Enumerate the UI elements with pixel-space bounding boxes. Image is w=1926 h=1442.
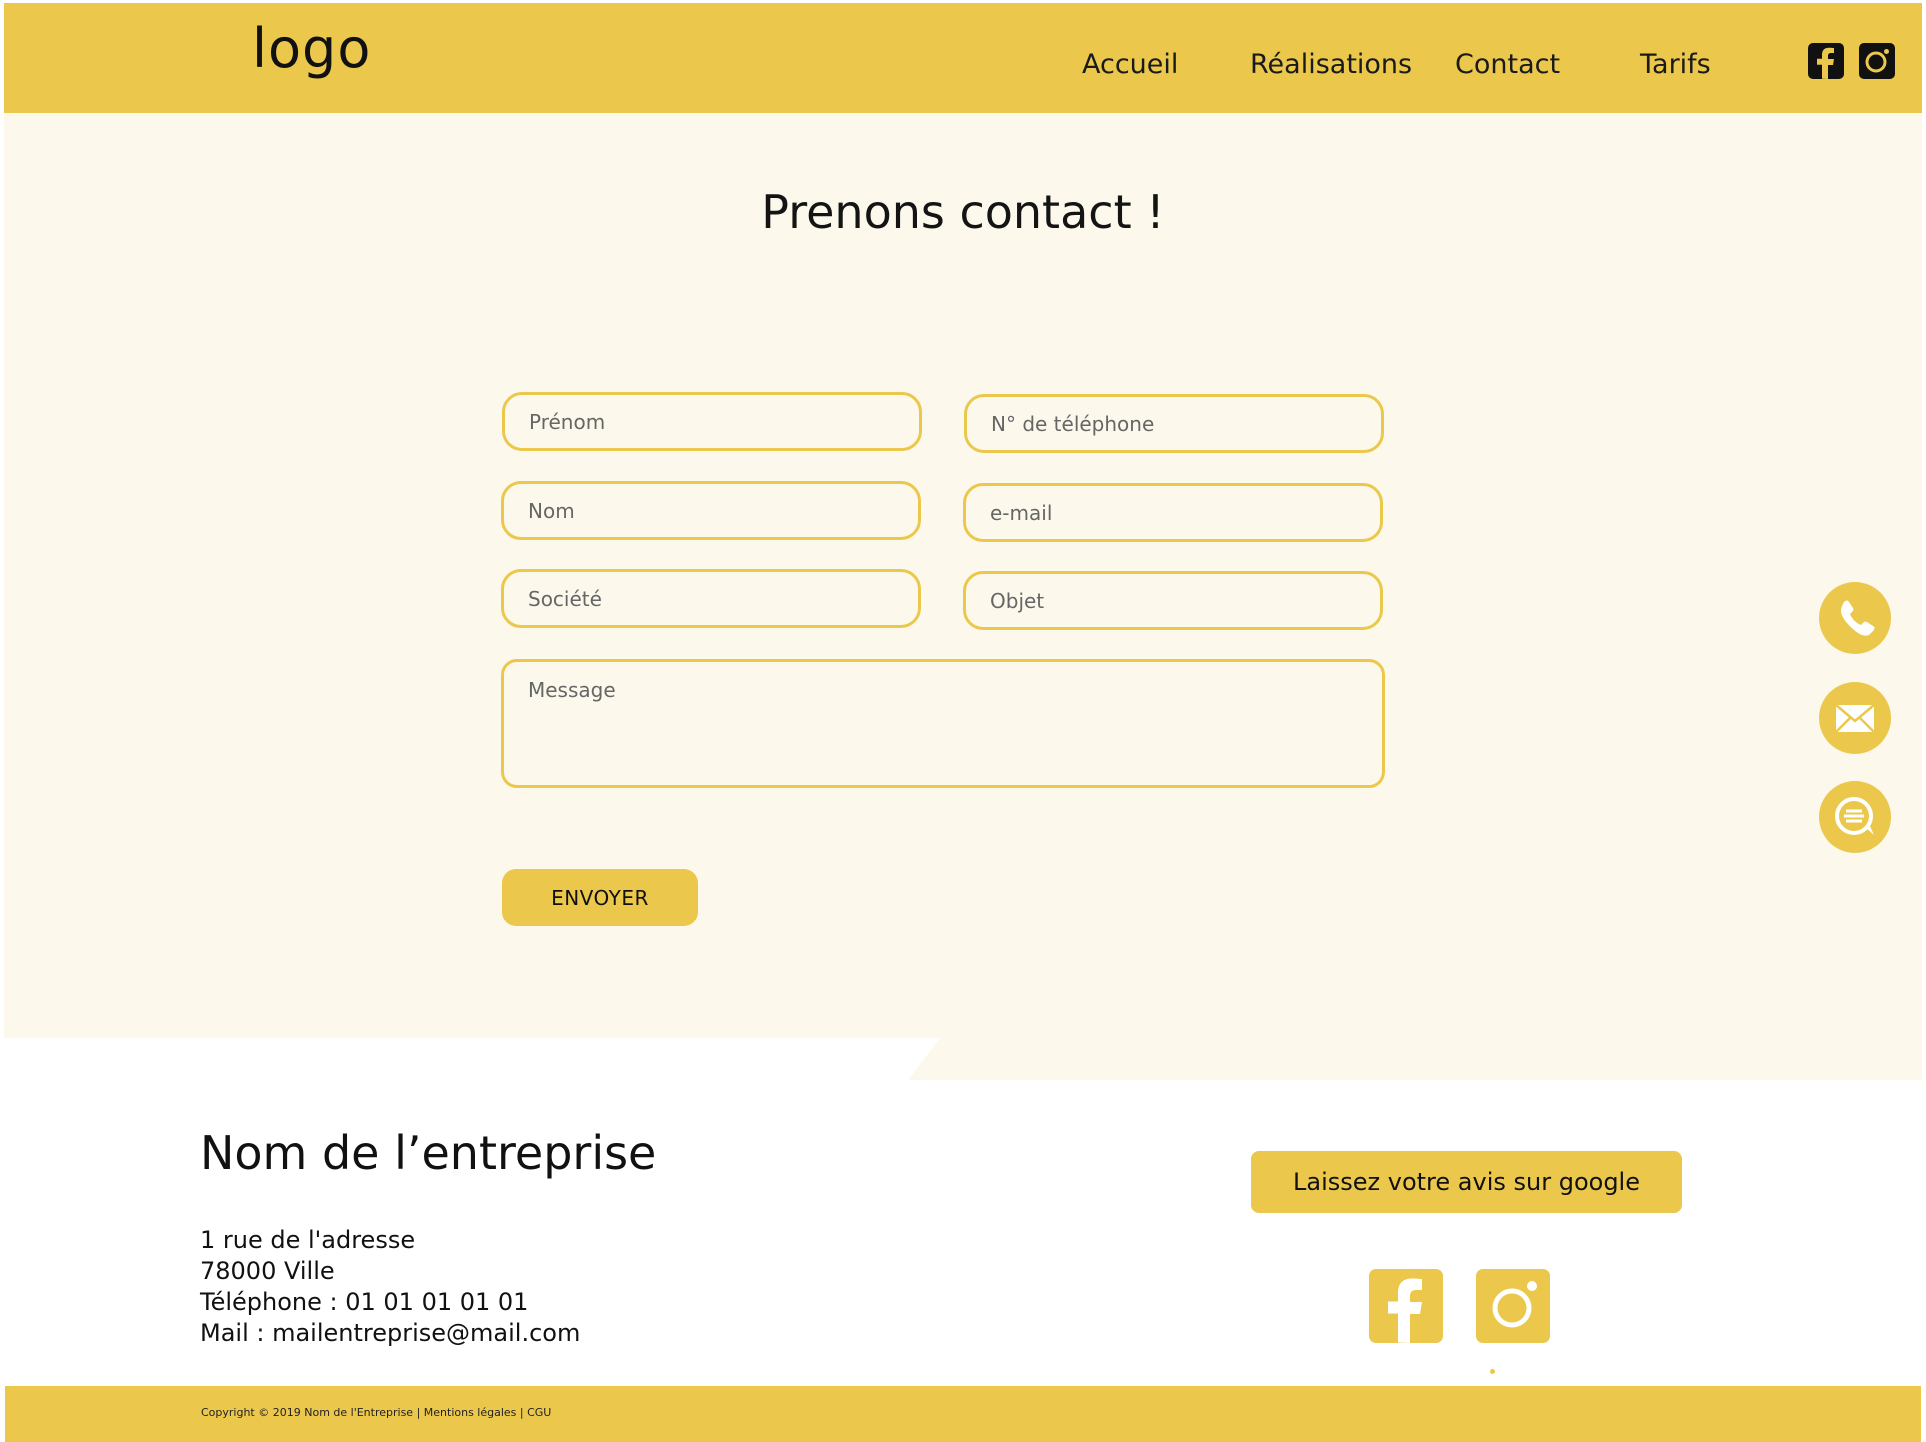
company-name: Nom de l’entreprise bbox=[200, 1126, 657, 1180]
section-divider bbox=[4, 1038, 940, 1080]
logo[interactable]: logo bbox=[252, 17, 371, 80]
site-header: logo Accueil Réalisations Contact Tarifs bbox=[4, 3, 1922, 113]
mail-text: Mail : mailentreprise@mail.com bbox=[200, 1319, 581, 1347]
message-textarea[interactable] bbox=[501, 659, 1385, 788]
nom-input[interactable] bbox=[501, 481, 921, 540]
societe-input[interactable] bbox=[501, 569, 921, 628]
instagram-icon[interactable] bbox=[1859, 43, 1895, 79]
google-review-button[interactable]: Laissez votre avis sur google bbox=[1251, 1151, 1682, 1213]
instagram-icon[interactable] bbox=[1476, 1269, 1550, 1343]
copyright-text: Copyright © 2019 Nom de l'Entreprise | M… bbox=[201, 1406, 552, 1419]
prenom-input[interactable] bbox=[502, 392, 922, 451]
mail-button[interactable] bbox=[1819, 682, 1891, 754]
email-input[interactable] bbox=[963, 483, 1383, 542]
phone-icon bbox=[1841, 600, 1875, 636]
telephone-input[interactable] bbox=[964, 394, 1384, 453]
phone-button[interactable] bbox=[1819, 582, 1891, 654]
page-title: Prenons contact ! bbox=[761, 185, 1165, 239]
nav-item-realisations[interactable]: Réalisations bbox=[1250, 49, 1412, 80]
nav-item-contact[interactable]: Contact bbox=[1455, 49, 1560, 80]
objet-input[interactable] bbox=[963, 571, 1383, 630]
contact-section: Prenons contact ! bbox=[4, 113, 1922, 1080]
send-button[interactable]: ENVOYER bbox=[502, 869, 698, 926]
address-line1: 1 rue de l'adresse bbox=[200, 1226, 416, 1254]
facebook-icon[interactable] bbox=[1369, 1269, 1443, 1343]
footer-bar: Copyright © 2019 Nom de l'Entreprise | M… bbox=[5, 1386, 1921, 1442]
address-line2: 78000 Ville bbox=[200, 1257, 335, 1285]
facebook-icon[interactable] bbox=[1808, 43, 1844, 79]
nav-item-accueil[interactable]: Accueil bbox=[1082, 49, 1178, 80]
chat-icon bbox=[1835, 797, 1874, 835]
phone-text: Téléphone : 01 01 01 01 01 bbox=[200, 1288, 529, 1316]
mail-icon bbox=[1835, 704, 1875, 733]
decorative-dot bbox=[1490, 1369, 1495, 1374]
nav-item-tarifs[interactable]: Tarifs bbox=[1640, 49, 1711, 80]
chat-button[interactable] bbox=[1819, 781, 1891, 853]
